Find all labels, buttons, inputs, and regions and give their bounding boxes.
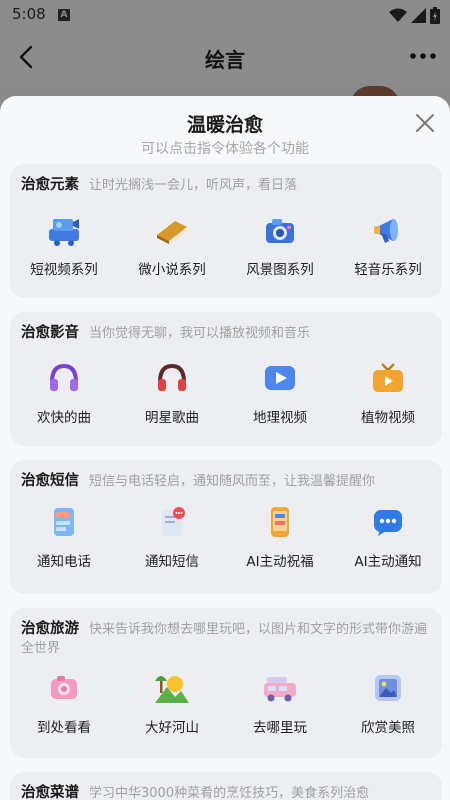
section-title: 治愈短信 bbox=[21, 473, 79, 489]
feature-item[interactable]: 微小说系列 bbox=[118, 210, 226, 278]
status-time: 5:08 bbox=[12, 5, 46, 23]
feature-item[interactable]: 短视频系列 bbox=[10, 210, 118, 278]
section-card-media: 治愈影音 当你觉得无聊，我可以播放视频和音乐 欢快的曲 明星歌曲 地理视频 植物… bbox=[10, 312, 442, 446]
feature-item[interactable]: 风景图系列 bbox=[226, 210, 334, 278]
page-title: 绘言 bbox=[205, 48, 245, 72]
phone-icon bbox=[44, 502, 84, 542]
landscape-icon bbox=[152, 668, 192, 708]
feature-item[interactable]: 欣赏美照 bbox=[334, 668, 442, 736]
feature-item[interactable]: AI主动通知 bbox=[334, 502, 442, 570]
feature-sheet: 温暖治愈 可以点击指令体验各个功能 治愈元素 让时光搁浅一会儿，听风声，看日落 短… bbox=[0, 96, 450, 800]
camera-icon bbox=[260, 210, 300, 250]
section-title: 治愈菜谱 bbox=[21, 785, 79, 800]
section-card-travel: 治愈旅游 快来告诉我你想去哪里玩吧，以图片和文字的形式带你游遍全世界 到处看看 大… bbox=[10, 608, 442, 758]
feature-item[interactable]: 通知电话 bbox=[10, 502, 118, 570]
item-label: 去哪里玩 bbox=[253, 720, 307, 736]
section-desc: 快来告诉我你想去哪里玩吧，以图片和文字的形式带你游遍全世界 bbox=[21, 622, 428, 656]
blessing-phone-icon bbox=[260, 502, 300, 542]
section-title: 治愈影音 bbox=[21, 325, 79, 341]
sheet-title: 温暖治愈 bbox=[186, 114, 263, 136]
feature-item[interactable]: 轻音乐系列 bbox=[334, 210, 442, 278]
section-header: 治愈元素 让时光搁浅一会儿，听风声，看日落 bbox=[21, 176, 430, 195]
megaphone-icon bbox=[368, 210, 408, 250]
item-label: 欣赏美照 bbox=[361, 720, 415, 736]
section-card-recipes: 治愈菜谱 学习中华3000种菜肴的烹饪技巧，美食系列治愈 bbox=[10, 772, 442, 800]
section-desc: 让时光搁浅一会儿，听风声，看日落 bbox=[89, 178, 298, 193]
item-label: 短视频系列 bbox=[30, 262, 98, 278]
item-label: 欢快的曲 bbox=[37, 410, 91, 426]
headphones-red-icon bbox=[152, 358, 192, 398]
item-label: AI主动祝福 bbox=[246, 554, 314, 570]
item-label: 通知短信 bbox=[145, 554, 199, 570]
feature-item[interactable]: 大好河山 bbox=[118, 668, 226, 736]
section-desc: 当你觉得无聊，我可以播放视频和音乐 bbox=[89, 326, 311, 341]
status-bar: 5:08 A bbox=[0, 0, 450, 30]
notification-icon: A bbox=[58, 9, 70, 21]
section-title: 治愈元素 bbox=[21, 177, 79, 193]
status-icons bbox=[389, 7, 440, 24]
section-desc: 短信与电话轻启，通知随风而至，让我温馨提醒你 bbox=[89, 474, 376, 489]
message-icon bbox=[152, 502, 192, 542]
item-label: 植物视频 bbox=[361, 410, 415, 426]
section-desc: 学习中华3000种菜肴的烹饪技巧，美食系列治愈 bbox=[89, 786, 370, 800]
feature-item[interactable]: 欢快的曲 bbox=[10, 358, 118, 426]
item-label: 通知电话 bbox=[37, 554, 91, 570]
section-header: 治愈短信 短信与电话轻启，通知随风而至，让我温馨提醒你 bbox=[21, 472, 430, 491]
feature-item[interactable]: 通知短信 bbox=[118, 502, 226, 570]
feature-item[interactable]: 地理视频 bbox=[226, 358, 334, 426]
camper-van-icon bbox=[260, 668, 300, 708]
signal-icon bbox=[411, 8, 426, 23]
feature-item[interactable]: 去哪里玩 bbox=[226, 668, 334, 736]
book-icon bbox=[152, 210, 192, 250]
photo-frame-icon bbox=[368, 668, 408, 708]
item-label: 明星歌曲 bbox=[145, 410, 199, 426]
play-icon bbox=[260, 358, 300, 398]
feature-item[interactable]: 明星歌曲 bbox=[118, 358, 226, 426]
item-label: 轻音乐系列 bbox=[354, 262, 422, 278]
item-label: AI主动通知 bbox=[354, 554, 422, 570]
item-label: 地理视频 bbox=[253, 410, 307, 426]
feature-item[interactable]: 到处看看 bbox=[10, 668, 118, 736]
section-card-elements: 治愈元素让时光搁浅一会儿，听风声，看日落 短视频系列 微小说系列 风景图系列 bbox=[10, 164, 442, 298]
feature-item[interactable]: 植物视频 bbox=[334, 358, 442, 426]
section-header: 治愈菜谱 学习中华3000种菜肴的烹饪技巧，美食系列治愈 bbox=[21, 784, 430, 800]
item-label: 大好河山 bbox=[145, 720, 199, 736]
section-header: 治愈旅游 快来告诉我你想去哪里玩吧，以图片和文字的形式带你游遍全世界 bbox=[21, 620, 430, 658]
app-bar: 绘言 bbox=[0, 30, 450, 82]
close-button[interactable] bbox=[412, 110, 438, 136]
wifi-icon bbox=[389, 8, 407, 22]
sheet-subtitle: 可以点击指令体验各个功能 bbox=[141, 141, 309, 157]
headphones-purple-icon bbox=[44, 358, 84, 398]
item-label: 微小说系列 bbox=[138, 262, 206, 278]
chat-bubble-icon bbox=[368, 502, 408, 542]
section-header: 治愈影音 当你觉得无聊，我可以播放视频和音乐 bbox=[21, 324, 430, 343]
video-camera-icon bbox=[44, 210, 84, 250]
pink-camera-icon bbox=[44, 668, 84, 708]
section-title: 治愈旅游 bbox=[21, 621, 79, 637]
feature-item[interactable]: AI主动祝福 bbox=[226, 502, 334, 570]
item-label: 到处看看 bbox=[37, 720, 91, 736]
section-card-messages: 治愈短信 短信与电话轻启，通知随风而至，让我温馨提醒你 通知电话 通知短信 AI主… bbox=[10, 460, 442, 594]
more-options-button[interactable] bbox=[408, 44, 438, 68]
battery-icon bbox=[430, 7, 440, 24]
tv-icon bbox=[368, 358, 408, 398]
item-label: 风景图系列 bbox=[246, 262, 314, 278]
